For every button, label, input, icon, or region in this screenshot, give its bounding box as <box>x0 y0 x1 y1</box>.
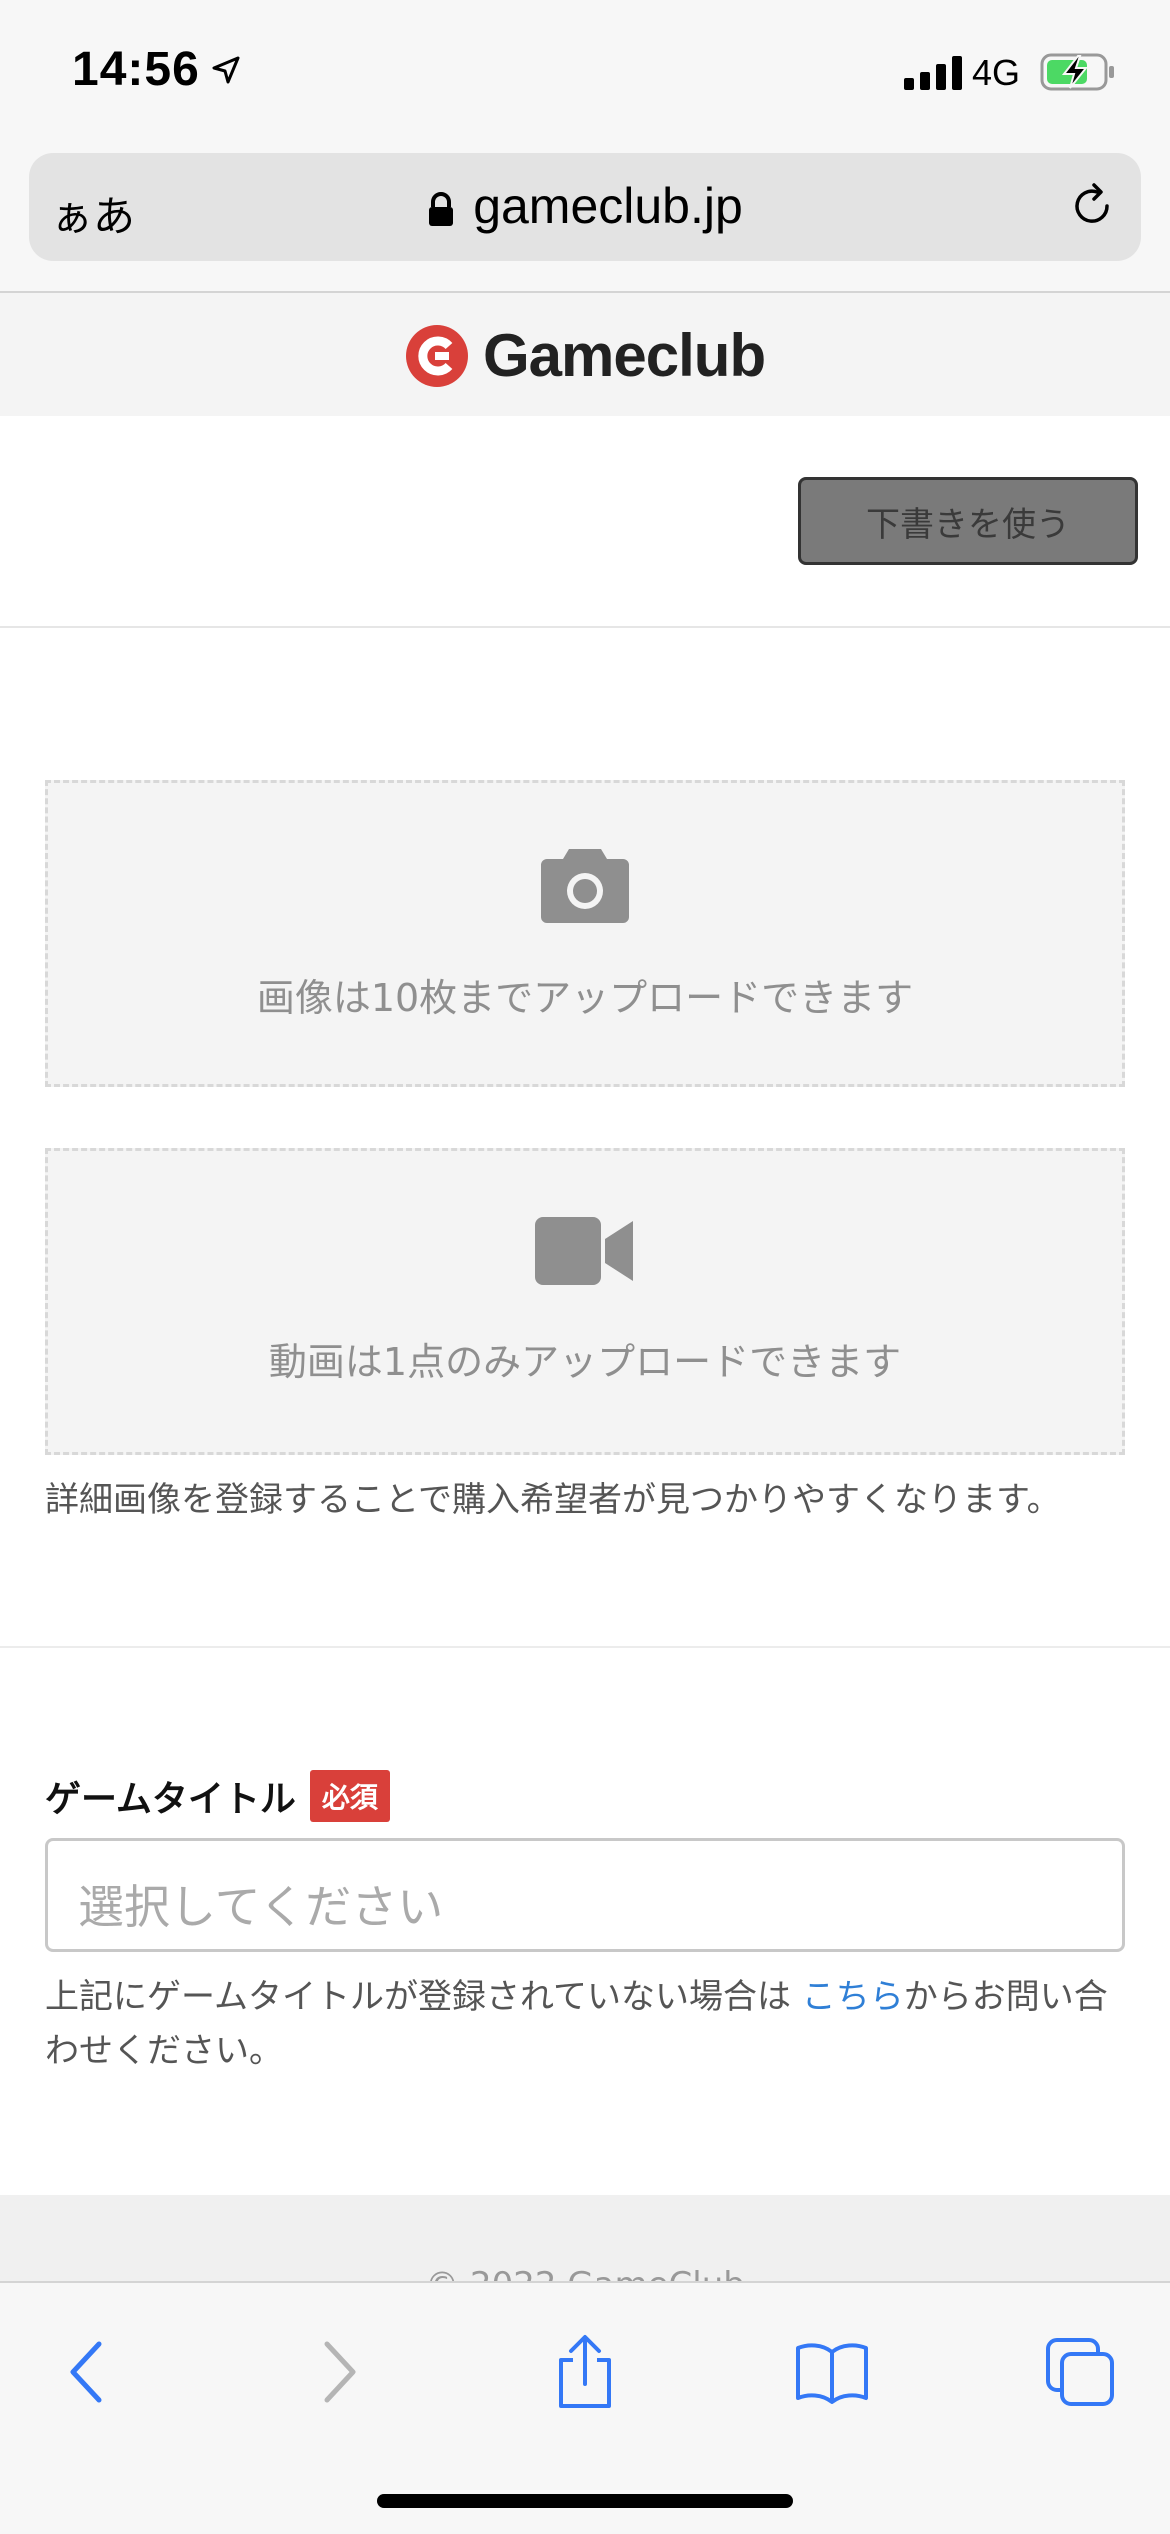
video-upload-area[interactable]: 動画は1点のみアップロードできます <box>45 1148 1125 1455</box>
video-camera-icon <box>535 1217 633 1285</box>
tabs-button[interactable] <box>1035 2327 1125 2417</box>
game-title-placeholder: 選択してください <box>78 1880 444 1934</box>
forward-icon <box>324 2341 356 2403</box>
tabs-icon <box>1046 2338 1114 2406</box>
battery-charging-icon <box>1040 53 1114 91</box>
video-upload-text: 動画は1点のみアップロードできます <box>268 1340 902 1384</box>
url-text: gameclub.jp <box>473 178 743 234</box>
video-icon-wrap <box>48 1215 1122 1287</box>
bookmarks-button[interactable] <box>787 2327 877 2417</box>
back-icon <box>70 2341 102 2403</box>
url-display[interactable]: gameclub.jp <box>29 177 1141 235</box>
photo-upload-text: 画像は10枚までアップロードできます <box>256 976 914 1020</box>
share-icon <box>559 2335 611 2408</box>
home-indicator <box>377 2494 793 2508</box>
lock-icon <box>429 191 454 226</box>
gameclub-logo[interactable]: Gameclub <box>405 321 766 390</box>
contact-note: 上記にゲームタイトルが登録されていない場合は こちらからお問い合わせください。 <box>45 1970 1125 2078</box>
upload-hint: 詳細画像を登録することで購入希望者が見つかりやすくなります。 <box>45 1480 1061 1520</box>
gameclub-logo-icon <box>406 324 468 387</box>
network-type: 4G <box>972 52 1021 93</box>
contact-link[interactable]: こちら <box>802 1977 904 2017</box>
browser-address-area: ぁあ gameclub.jp <box>0 145 1170 293</box>
brand-name: Gameclub <box>483 322 766 389</box>
photo-upload-area[interactable]: 画像は10枚までアップロードできます <box>45 780 1125 1087</box>
bookmarks-icon <box>796 2343 868 2404</box>
camera-icon-wrap <box>48 845 1122 925</box>
contact-prefix: 上記にゲームタイトルが登録されていない場合は <box>45 1977 802 2017</box>
site-header: Gameclub <box>0 293 1170 416</box>
reload-icon[interactable] <box>1067 181 1117 231</box>
back-button[interactable] <box>42 2327 132 2417</box>
location-arrow-icon <box>212 56 240 84</box>
game-title-label-text: ゲームタイトル <box>45 1779 296 1820</box>
game-title-select[interactable]: 選択してください <box>45 1838 1125 1952</box>
address-bar[interactable]: ぁあ gameclub.jp <box>29 153 1141 261</box>
camera-icon <box>541 849 629 923</box>
game-title-label: ゲームタイトル 必須 <box>45 1770 390 1822</box>
section-divider <box>0 1646 1170 1648</box>
page-footer: © 2022 GameClub <box>0 2195 1170 2295</box>
share-button[interactable] <box>540 2327 630 2417</box>
use-draft-button[interactable]: 下書きを使う <box>798 477 1138 565</box>
status-time: 14:56 <box>72 43 200 96</box>
required-badge: 必須 <box>309 1770 390 1822</box>
forward-button[interactable] <box>294 2327 384 2417</box>
cellular-signal-icon <box>904 54 962 90</box>
draft-section: 下書きを使う <box>0 416 1170 628</box>
status-bar: 14:56 4G <box>0 0 1170 145</box>
